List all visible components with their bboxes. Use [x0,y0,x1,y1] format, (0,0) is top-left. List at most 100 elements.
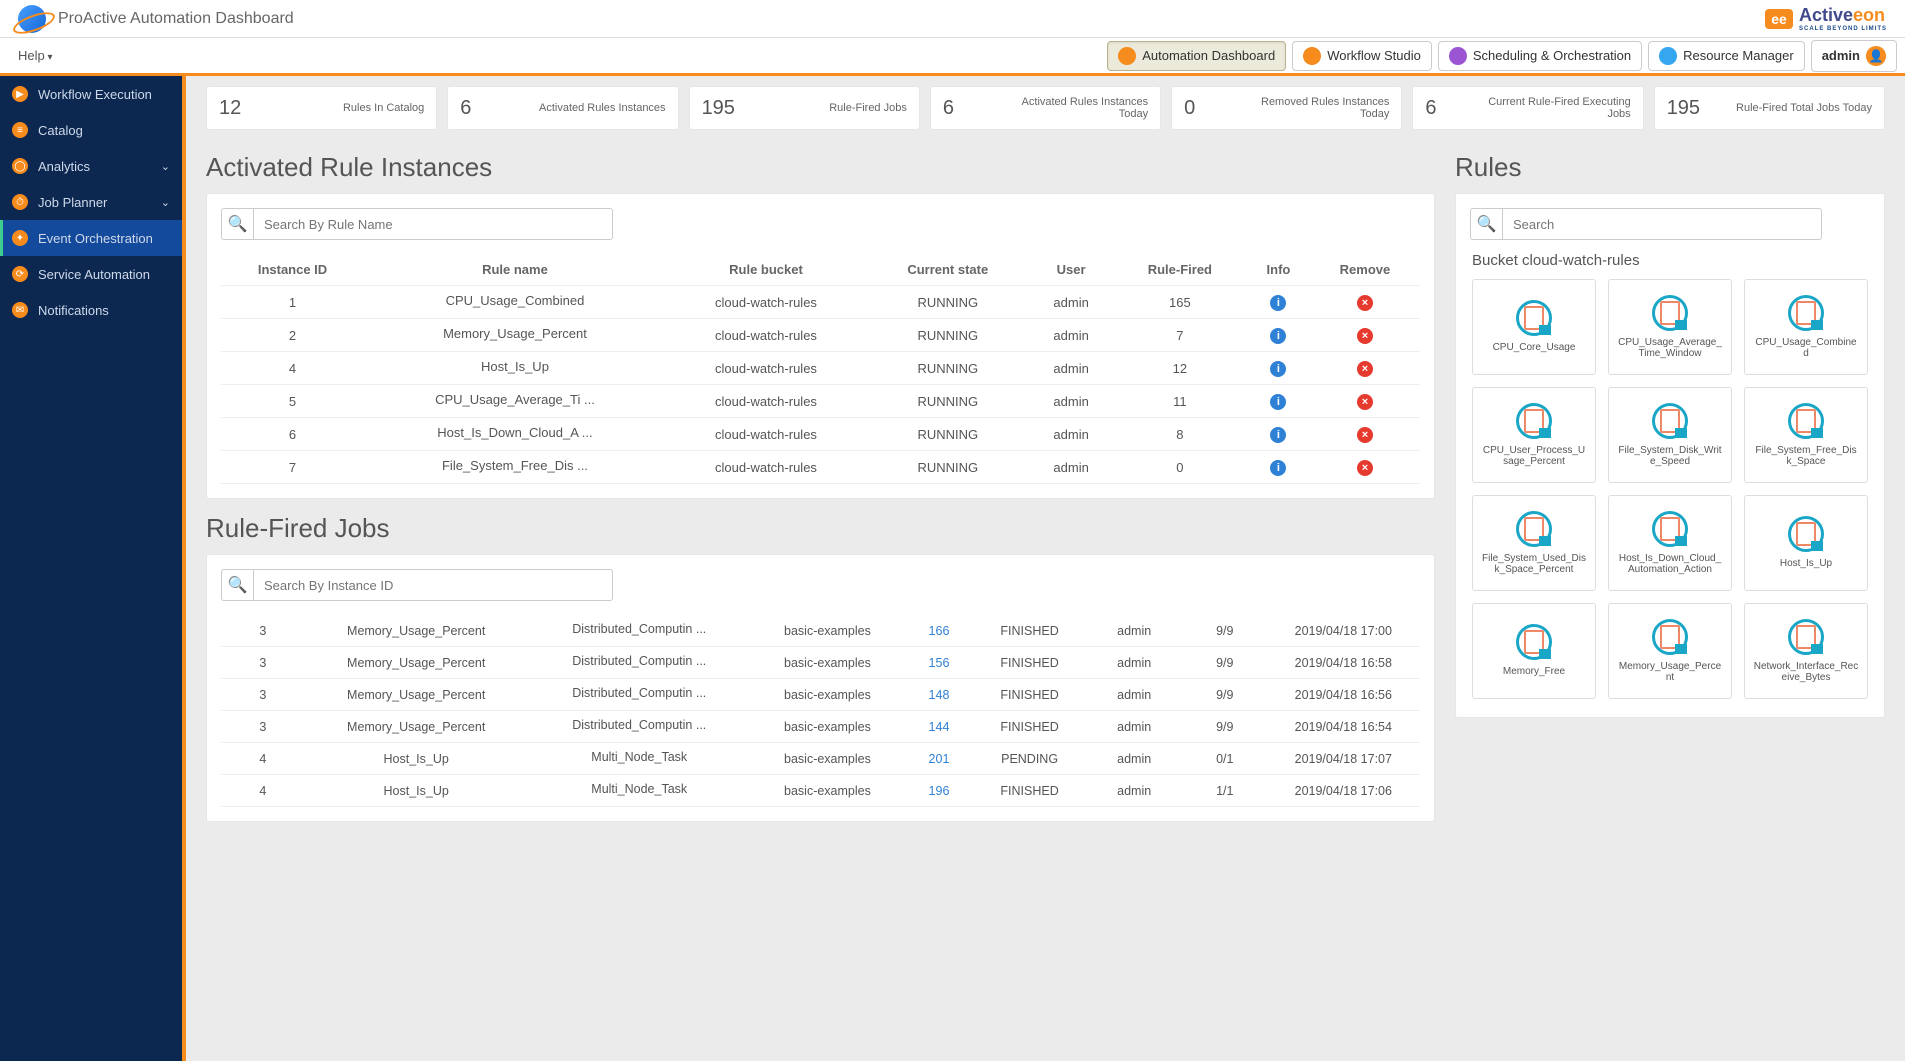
col-header[interactable]: Rule bucket [666,254,866,286]
jobs-table: 3 Memory_Usage_Percent Distributed_Compu… [221,615,1420,807]
sidebar-label: Notifications [38,303,109,318]
kpi-label: Rule-Fired Total Jobs Today [1715,102,1872,114]
help-menu[interactable]: Help [18,48,53,63]
kpi-label: Rules In Catalog [267,102,424,114]
kpi-number: 0 [1184,97,1218,120]
sidebar-item[interactable]: ⟳Service Automation [0,256,182,292]
remove-icon[interactable]: × [1357,394,1373,410]
info-icon[interactable]: i [1270,328,1286,344]
user-menu[interactable]: admin 👤 [1811,40,1897,72]
table-row[interactable]: 3 Memory_Usage_Percent Distributed_Compu… [221,711,1420,743]
nav-label: Scheduling & Orchestration [1473,48,1631,63]
nav-button[interactable]: Scheduling & Orchestration [1438,41,1642,71]
table-row[interactable]: 3 Memory_Usage_Percent Distributed_Compu… [221,615,1420,647]
rule-card[interactable]: Host_Is_Down_Cloud_Automation_Action [1608,495,1732,591]
info-icon[interactable]: i [1270,295,1286,311]
job-id-link[interactable]: 156 [929,656,950,670]
rule-label: File_System_Free_Disk_Space [1749,445,1863,468]
rule-card[interactable]: Network_Interface_Receive_Bytes [1744,603,1868,699]
table-row[interactable]: 7 File_System_Free_Dis ... cloud-watch-r… [221,451,1420,484]
table-row[interactable]: 1 CPU_Usage_Combined cloud-watch-rules R… [221,286,1420,319]
col-header[interactable]: Current state [866,254,1029,286]
remove-icon[interactable]: × [1357,328,1373,344]
remove-icon[interactable]: × [1357,427,1373,443]
sidebar-item[interactable]: ≡Catalog [0,112,182,148]
sidebar-label: Workflow Execution [38,87,152,102]
kpi-label: Removed Rules Instances Today [1232,96,1389,120]
search-icon: 🔍 [221,208,253,240]
remove-icon[interactable]: × [1357,295,1373,311]
nav-label: Resource Manager [1683,48,1794,63]
remove-icon[interactable]: × [1357,361,1373,377]
rules-title: Rules [1455,152,1885,183]
table-row[interactable]: 4 Host_Is_Up cloud-watch-rules RUNNING a… [221,352,1420,385]
job-id-link[interactable]: 148 [929,688,950,702]
col-header[interactable]: Info [1247,254,1310,286]
jobs-search-input[interactable] [253,569,613,601]
table-row[interactable]: 3 Memory_Usage_Percent Distributed_Compu… [221,679,1420,711]
col-header[interactable]: Remove [1310,254,1420,286]
table-row[interactable]: 3 Memory_Usage_Percent Distributed_Compu… [221,647,1420,679]
table-row[interactable]: 2 Memory_Usage_Percent cloud-watch-rules… [221,319,1420,352]
rule-icon [1516,300,1552,336]
rule-card[interactable]: CPU_Core_Usage [1472,279,1596,375]
sidebar-item[interactable]: ✉Notifications [0,292,182,328]
rule-label: Memory_Usage_Percent [1613,661,1727,684]
sidebar-item[interactable]: ▶Workflow Execution [0,76,182,112]
app-icon [1449,47,1467,65]
col-header[interactable]: Rule name [364,254,666,286]
nav-button[interactable]: Resource Manager [1648,41,1805,71]
table-row[interactable]: 6 Host_Is_Down_Cloud_A ... cloud-watch-r… [221,418,1420,451]
job-id-link[interactable]: 144 [929,720,950,734]
kpi-number: 12 [219,97,253,120]
rule-icon [1516,403,1552,439]
global-nav: Help Automation Dashboard Workflow Studio… [0,38,1905,76]
rule-label: CPU_Usage_Combined [1749,337,1863,360]
kpi-card: 0 Removed Rules Instances Today [1171,86,1402,130]
rule-card[interactable]: CPU_Usage_Average_Time_Window [1608,279,1732,375]
table-row[interactable]: 4 Host_Is_Up Multi_Node_Task basic-examp… [221,743,1420,775]
kpi-number: 195 [1667,97,1701,120]
table-row[interactable]: 4 Host_Is_Up Multi_Node_Task basic-examp… [221,775,1420,807]
rule-card[interactable]: Memory_Free [1472,603,1596,699]
nav-button[interactable]: Workflow Studio [1292,41,1432,71]
info-icon[interactable]: i [1270,361,1286,377]
col-header[interactable]: User [1029,254,1112,286]
sidebar-item[interactable]: ✦Event Orchestration [0,220,182,256]
sidebar-item[interactable]: ⏱Job Planner [0,184,182,220]
remove-icon[interactable]: × [1357,460,1373,476]
app-icon [1118,47,1136,65]
rules-search-input[interactable] [1502,208,1822,240]
info-icon[interactable]: i [1270,427,1286,443]
job-id-link[interactable]: 166 [929,624,950,638]
rule-icon [1788,403,1824,439]
rule-icon [1788,516,1824,552]
job-id-link[interactable]: 196 [929,784,950,798]
nav-button[interactable]: Automation Dashboard [1107,41,1286,71]
sidebar-item[interactable]: ◯Analytics [0,148,182,184]
rule-icon [1516,511,1552,547]
instances-title: Activated Rule Instances [206,152,1435,183]
sidebar-icon: ✦ [12,230,28,246]
kpi-number: 195 [702,97,736,120]
job-id-link[interactable]: 201 [929,752,950,766]
info-icon[interactable]: i [1270,394,1286,410]
col-header[interactable]: Rule-Fired [1113,254,1247,286]
nav-label: Workflow Studio [1327,48,1421,63]
rule-card[interactable]: Memory_Usage_Percent [1608,603,1732,699]
table-row[interactable]: 5 CPU_Usage_Average_Ti ... cloud-watch-r… [221,385,1420,418]
col-header[interactable]: Instance ID [221,254,364,286]
instances-panel: 🔍 Instance IDRule nameRule bucketCurrent… [206,193,1435,499]
rule-card[interactable]: File_System_Free_Disk_Space [1744,387,1868,483]
rule-card[interactable]: Host_Is_Up [1744,495,1868,591]
rule-card[interactable]: CPU_Usage_Combined [1744,279,1868,375]
rule-card[interactable]: File_System_Used_Disk_Space_Percent [1472,495,1596,591]
search-icon: 🔍 [1470,208,1502,240]
rule-card[interactable]: File_System_Disk_Write_Speed [1608,387,1732,483]
info-icon[interactable]: i [1270,460,1286,476]
jobs-title: Rule-Fired Jobs [206,513,1435,544]
rule-card[interactable]: CPU_User_Process_Usage_Percent [1472,387,1596,483]
instances-search-input[interactable] [253,208,613,240]
rule-label: File_System_Used_Disk_Space_Percent [1477,553,1591,576]
kpi-label: Current Rule-Fired Executing Jobs [1473,96,1630,120]
